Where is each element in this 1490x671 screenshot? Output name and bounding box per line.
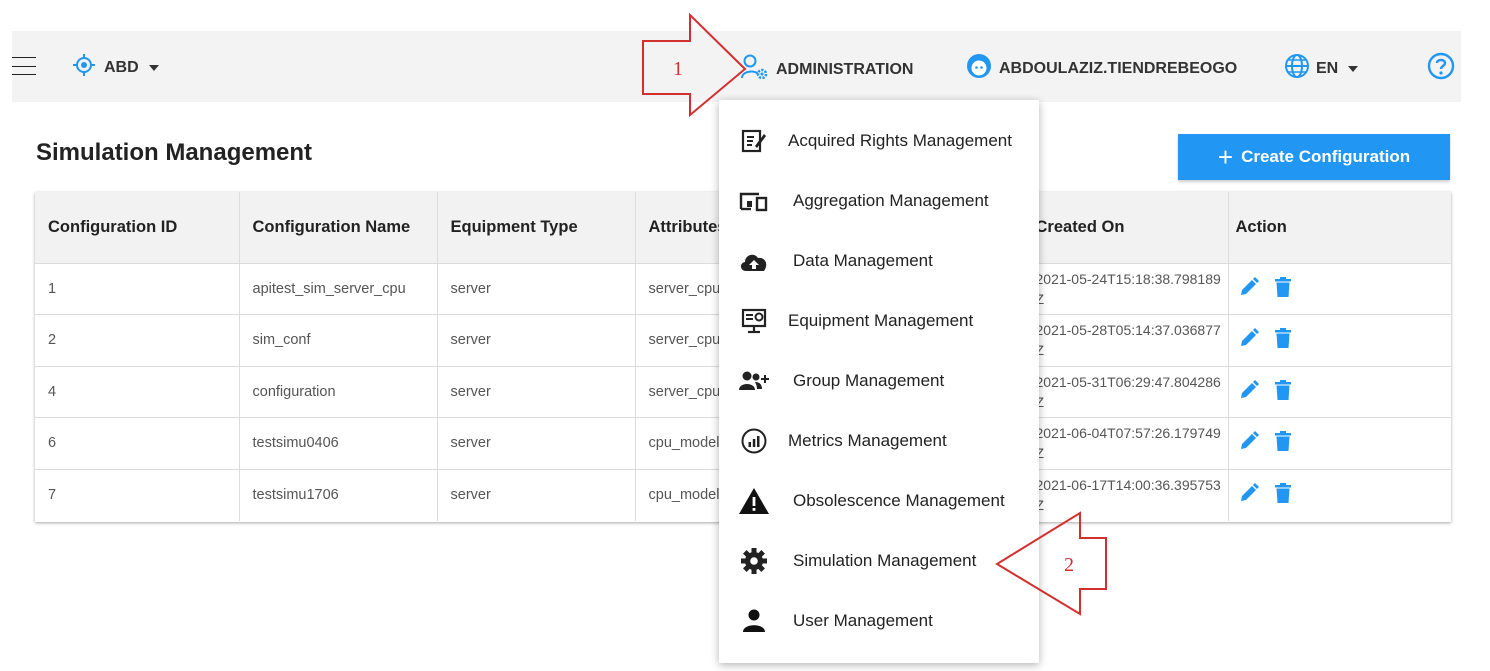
group-add-icon (738, 365, 770, 397)
cell-created-on: 2021-06-04T07:57:26.179749Z (1031, 417, 1229, 469)
cell-configuration-id: 4 (35, 365, 240, 418)
edit-icon[interactable] (1239, 379, 1259, 404)
column-header[interactable]: Equipment Type (437, 192, 636, 263)
column-header[interactable]: Configuration ID (35, 192, 240, 263)
create-configuration-label: Create Configuration (1241, 147, 1411, 166)
administration-menu-button[interactable]: ADMINISTRATION (740, 53, 913, 86)
column-header[interactable]: Created On (1031, 192, 1229, 263)
gear-icon (738, 545, 770, 577)
cell-action (1228, 365, 1451, 418)
menu-item-label: Simulation Management (793, 551, 977, 570)
cell-action (1228, 314, 1451, 366)
warning-icon (738, 485, 770, 517)
user-menu-button[interactable]: ABDOULAZIZ.TIENDREBEOGO (966, 53, 1237, 84)
cell-action (1228, 468, 1451, 521)
delete-icon[interactable] (1274, 276, 1291, 301)
menu-item-label: Metrics Management (788, 431, 947, 450)
create-configuration-button[interactable]: + Create Configuration (1178, 134, 1450, 180)
language-label: EN (1316, 59, 1339, 77)
annotation-arrow-right (642, 12, 747, 118)
menu-item-data[interactable]: Data Management (719, 231, 1039, 291)
cell-configuration-name: testsimu1706 (239, 468, 438, 521)
plus-icon: + (1217, 142, 1234, 172)
edit-icon[interactable] (1239, 483, 1259, 507)
menu-item-group[interactable]: Group Management (719, 351, 1039, 411)
cell-equipment-type: server (437, 417, 636, 469)
cell-configuration-name: sim_conf (239, 314, 438, 366)
menu-item-simulation[interactable]: Simulation Management (719, 531, 1039, 591)
cell-configuration-id: 7 (35, 468, 240, 521)
cell-equipment-type: server (437, 262, 636, 315)
menu-item-label: Obsolescence Management (793, 491, 1005, 510)
delete-icon[interactable] (1274, 431, 1291, 455)
user-label: ABDOULAZIZ.TIENDREBEOGO (999, 59, 1238, 77)
column-header: Action (1228, 192, 1451, 263)
chart-circle-icon (738, 425, 770, 457)
cell-created-on: 2021-05-24T15:18:38.798189Z (1031, 262, 1229, 315)
cell-configuration-name: testsimu0406 (239, 417, 438, 469)
edit-icon[interactable] (1239, 276, 1259, 301)
chevron-down-icon (1348, 65, 1359, 72)
document-edit-icon (738, 125, 770, 157)
globe-icon (1284, 53, 1310, 84)
cell-equipment-type: server (437, 314, 636, 366)
page-title: Simulation Management (36, 139, 313, 166)
menu-item-label: Acquired Rights Management (788, 131, 1012, 150)
menu-item-obsolescence[interactable]: Obsolescence Management (719, 471, 1039, 531)
tenant-label: ABD (104, 58, 139, 76)
crosshair-icon (72, 53, 96, 82)
chevron-down-icon (148, 64, 159, 71)
cell-configuration-name: configuration (239, 365, 438, 418)
menu-item-label: Aggregation Management (793, 191, 989, 210)
administration-label: ADMINISTRATION (776, 60, 914, 78)
annotation-step-number: 2 (1064, 554, 1074, 576)
person-icon (738, 605, 770, 637)
hamburger-menu-icon[interactable] (12, 53, 38, 79)
devices-icon (738, 185, 770, 217)
column-header[interactable]: Configuration Name (239, 192, 438, 263)
menu-item-equipment[interactable]: Equipment Management (719, 291, 1039, 351)
menu-item-aggregation[interactable]: Aggregation Management (719, 171, 1039, 231)
menu-item-acquired-rights[interactable]: Acquired Rights Management (719, 111, 1039, 171)
cell-created-on: 2021-05-28T05:14:37.036877Z (1031, 314, 1229, 366)
cell-configuration-id: 1 (35, 262, 240, 315)
cloud-upload-icon (738, 245, 770, 277)
administration-dropdown-menu: Acquired Rights Management Aggregation M… (719, 100, 1039, 663)
cell-created-on: 2021-05-31T06:29:47.804286Z (1031, 365, 1229, 418)
cell-action (1228, 417, 1451, 469)
menu-item-label: User Management (793, 611, 933, 630)
menu-item-label: Equipment Management (788, 311, 974, 330)
delete-icon[interactable] (1274, 483, 1291, 507)
cell-equipment-type: server (437, 468, 636, 521)
help-icon[interactable] (1427, 52, 1455, 80)
menu-item-metrics[interactable]: Metrics Management (719, 411, 1039, 471)
menu-item-user[interactable]: User Management (719, 591, 1039, 651)
cell-configuration-id: 2 (35, 314, 240, 366)
menu-item-label: Data Management (793, 251, 933, 270)
monitor-settings-icon (738, 305, 770, 337)
menu-item-label: Group Management (793, 371, 945, 390)
annotation-arrow-left (995, 511, 1107, 616)
avatar-icon (966, 53, 992, 84)
cell-action (1228, 262, 1451, 315)
tenant-selector[interactable]: ABD (72, 53, 159, 82)
edit-icon[interactable] (1239, 328, 1259, 352)
cell-configuration-id: 6 (35, 417, 240, 469)
delete-icon[interactable] (1274, 379, 1291, 404)
delete-icon[interactable] (1274, 328, 1291, 352)
cell-configuration-name: apitest_sim_server_cpu (239, 262, 438, 315)
language-selector[interactable]: EN (1284, 53, 1359, 84)
edit-icon[interactable] (1239, 431, 1259, 455)
annotation-step-number: 1 (673, 58, 683, 80)
cell-equipment-type: server (437, 365, 636, 418)
